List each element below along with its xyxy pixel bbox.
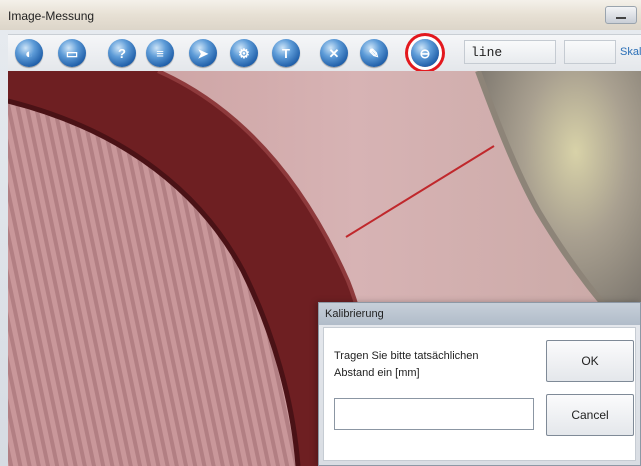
toolbar: ◐ ▭ ? ≡ ➤ ⚙ T ✕ ✎ ⊖ line Skal	[8, 34, 641, 72]
dialog-title: Kalibrierung	[319, 303, 640, 325]
list-icon: ≡	[156, 45, 164, 61]
title-bar: Image-Messung	[0, 0, 641, 30]
distance-input[interactable]	[334, 398, 534, 430]
calibration-dialog: Kalibrierung Tragen Sie bitte tatsächlic…	[318, 302, 641, 466]
calibrate-button[interactable]: ⊖	[411, 39, 439, 67]
save-button[interactable]: ▭	[58, 39, 86, 67]
open-icon: ◐	[25, 45, 33, 61]
send-icon: ➤	[197, 45, 209, 61]
mode-field[interactable]: line	[464, 40, 556, 64]
settings-button[interactable]: ⚙	[230, 39, 258, 67]
save-icon: ▭	[65, 45, 79, 61]
edit-button[interactable]: ✎	[360, 39, 388, 67]
ok-button[interactable]: OK	[546, 340, 634, 382]
prompt-line-1: Tragen Sie bitte tatsächlichen	[334, 350, 479, 362]
close-button[interactable]: ✕	[320, 39, 348, 67]
send-button[interactable]: ➤	[189, 39, 217, 67]
minimize-button[interactable]	[605, 6, 637, 24]
window-title: Image-Messung	[8, 9, 95, 23]
prompt-line-2: Abstand ein [mm]	[334, 367, 420, 379]
help-button[interactable]: ?	[108, 39, 136, 67]
calibrate-icon: ⊖	[419, 45, 431, 61]
help-icon: ?	[118, 45, 126, 61]
open-button[interactable]: ◐	[15, 39, 43, 67]
text-button[interactable]: T	[272, 39, 300, 67]
app-window: Image-Messung ◐ ▭ ? ≡ ➤ ⚙ T ✕ ✎ ⊖ line S…	[0, 0, 641, 466]
cancel-button[interactable]: Cancel	[546, 394, 634, 436]
scale-link[interactable]: Skal	[620, 46, 641, 58]
text-icon: T	[282, 45, 290, 61]
dialog-body: Tragen Sie bitte tatsächlichen Abstand e…	[323, 327, 636, 461]
settings-icon: ⚙	[238, 45, 250, 61]
list-button[interactable]: ≡	[146, 39, 174, 67]
edit-icon: ✎	[368, 45, 380, 61]
value-field[interactable]	[564, 40, 616, 64]
close-icon: ✕	[328, 45, 340, 61]
dialog-prompt: Tragen Sie bitte tatsächlichen Abstand e…	[334, 348, 534, 382]
